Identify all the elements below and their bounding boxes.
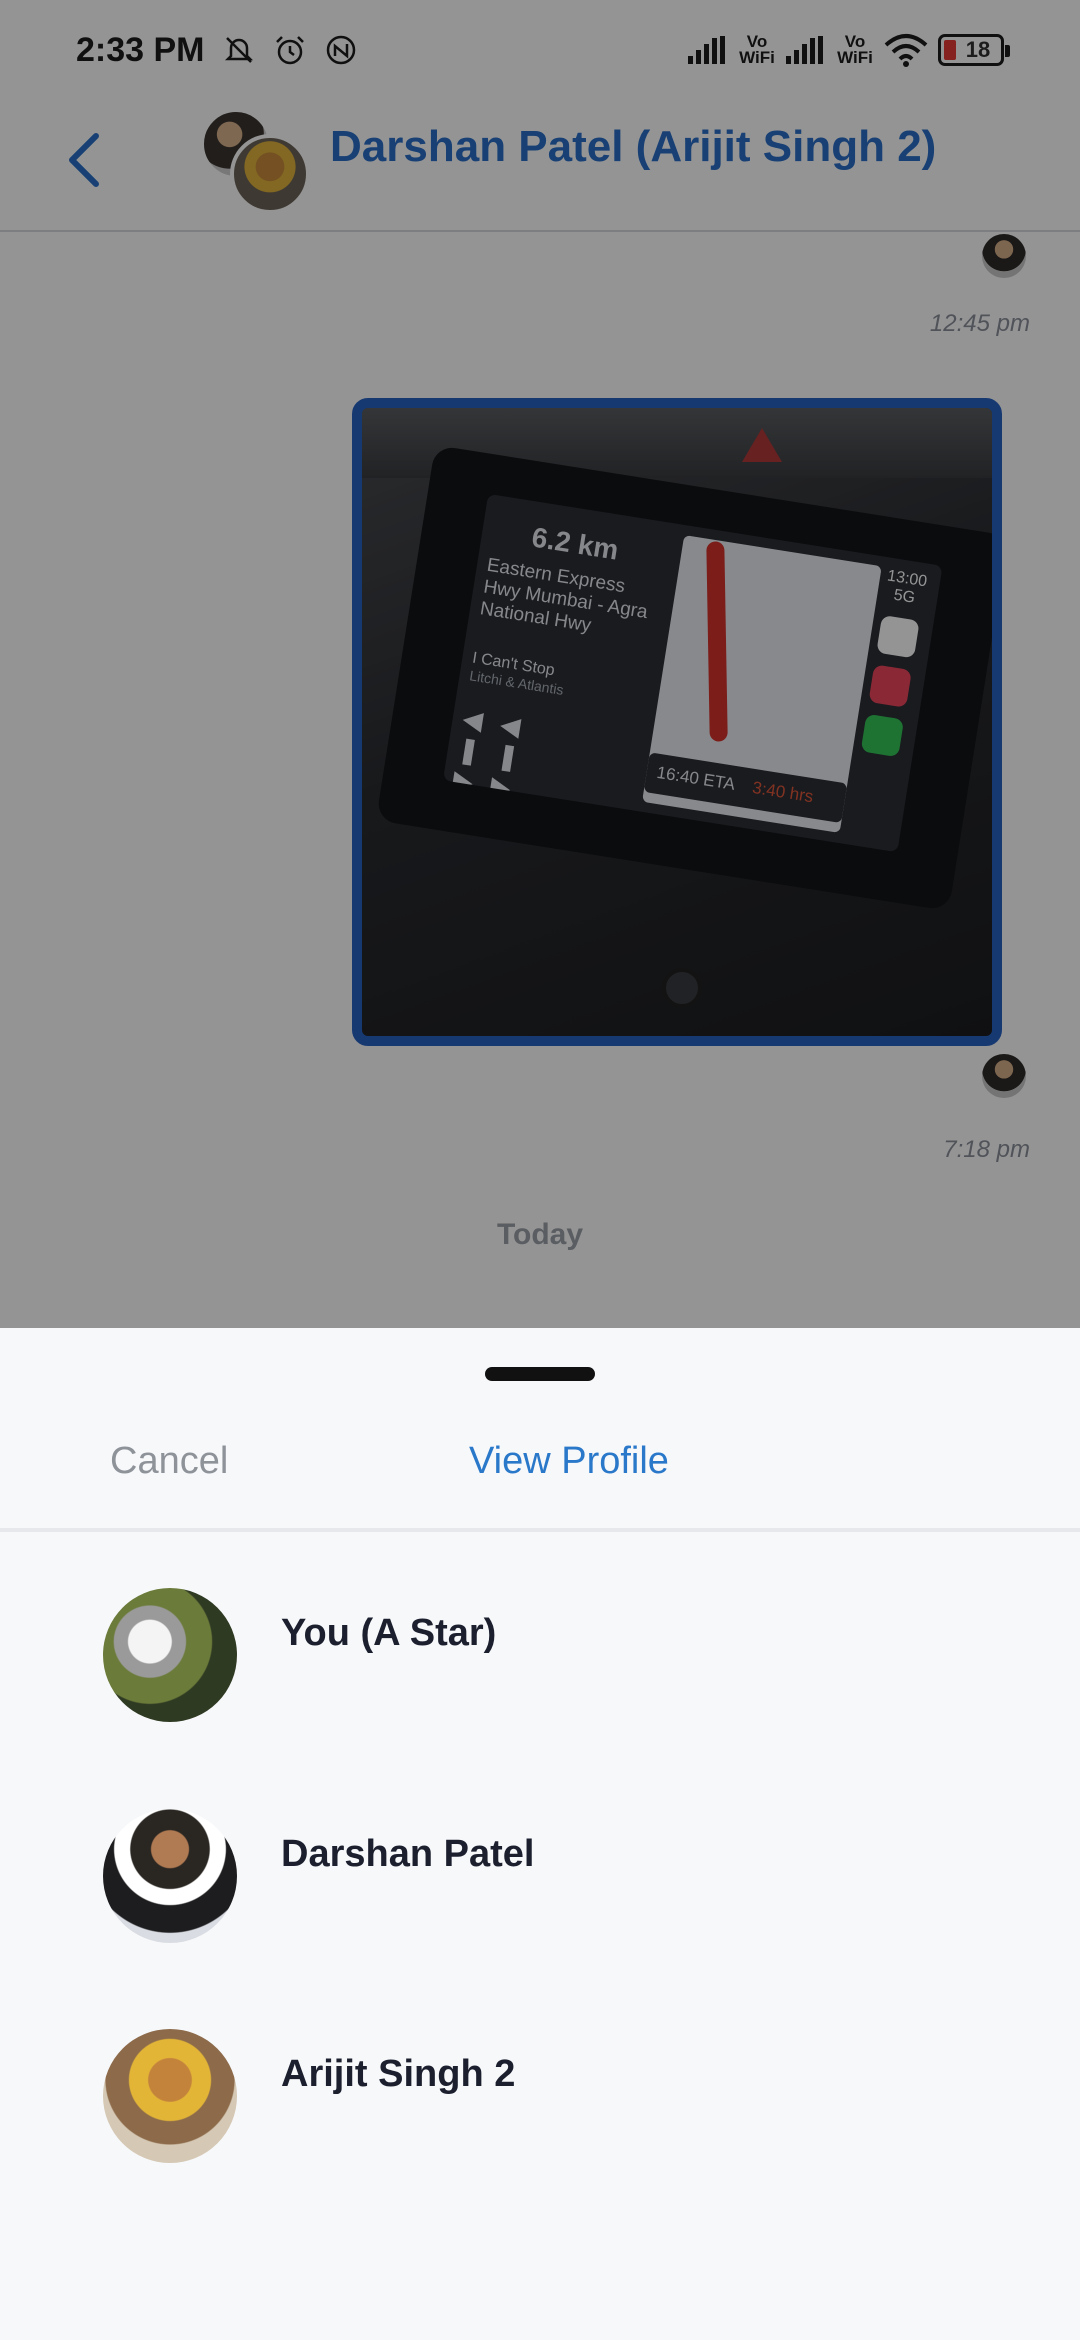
avatar (103, 2029, 237, 2163)
sheet-actions: Cancel View Profile (0, 1428, 1080, 1532)
modal-overlay[interactable] (0, 0, 1080, 1328)
battery-level: 18 (965, 37, 991, 62)
member-name: Arijit Singh 2 (281, 2053, 516, 2095)
member-item-you[interactable]: You (A Star) (0, 1588, 1080, 1738)
screen: 2:33 PM Vo WiFi Vo WiFi 18 Darshan Patel… (0, 0, 1080, 2340)
view-profile-button[interactable]: View Profile (469, 1440, 669, 1483)
member-name: Darshan Patel (281, 1833, 535, 1875)
member-name: You (A Star) (281, 1612, 497, 1654)
avatar (103, 1588, 237, 1722)
bottom-sheet: Cancel View Profile You (A Star) Darshan… (0, 1328, 1080, 2340)
cancel-button[interactable]: Cancel (110, 1440, 228, 1483)
member-item-arijit[interactable]: Arijit Singh 2 (0, 2029, 1080, 2179)
sheet-grabber[interactable] (485, 1367, 595, 1381)
member-item-darshan[interactable]: Darshan Patel (0, 1809, 1080, 1959)
avatar (103, 1809, 237, 1943)
